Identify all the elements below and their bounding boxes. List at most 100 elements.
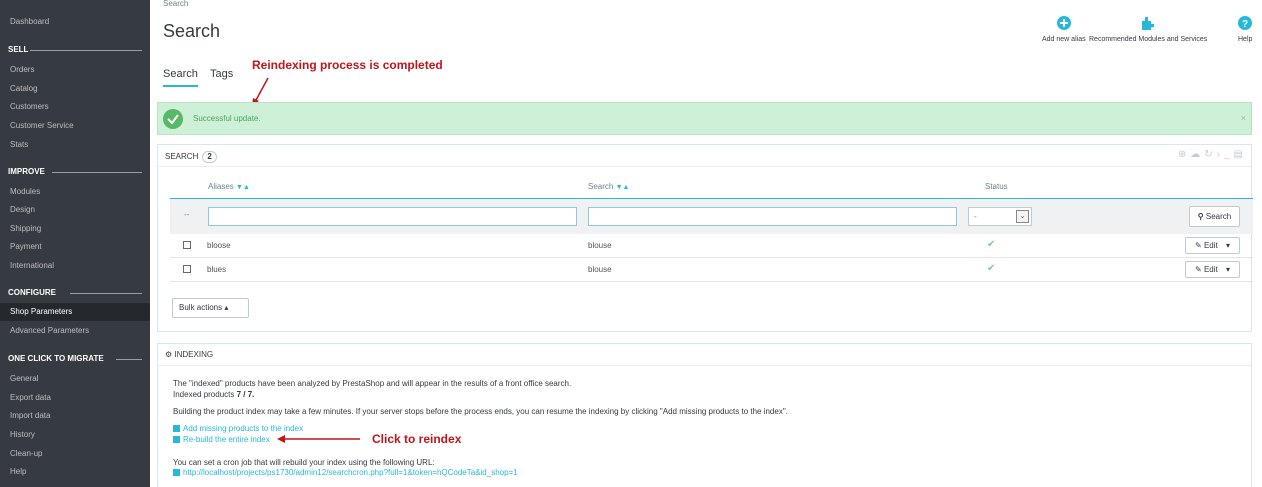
table-row: blues blouse ✔ ✎ Edit ▾: [170, 258, 1253, 282]
filter-row: -- - ⌄ ⚲ Search: [170, 198, 1253, 234]
chevron-down-icon: ⌄: [1016, 210, 1029, 223]
panel-header: SEARCH 2 ⊕☁↻›_▤: [158, 145, 1251, 167]
external-link-icon: [173, 425, 180, 432]
sidebar-item-shop-parameters[interactable]: Shop Parameters: [0, 303, 150, 321]
alias-cell: bloose: [207, 241, 231, 250]
divider: [70, 293, 142, 294]
sidebar-section-improve: IMPROVE: [8, 167, 45, 176]
indexed-products: Indexed products 7 / 7.: [173, 390, 255, 399]
cron-url-link[interactable]: http://localhost/projects/ps1730/admin12…: [173, 468, 518, 477]
external-link-icon: [173, 469, 180, 476]
tab-search[interactable]: Search: [163, 68, 198, 87]
column-header-aliases[interactable]: Aliases ▼▲: [208, 182, 250, 191]
panel-toolbar: ⊕☁↻›_▤: [1178, 149, 1247, 160]
add-new-alias-label: Add new alias: [1042, 36, 1086, 43]
indexing-note: Building the product index may take a fe…: [173, 407, 788, 416]
sidebar-item-payment[interactable]: Payment: [10, 242, 42, 252]
terminal-icon[interactable]: ›_: [1217, 149, 1234, 160]
caret-down-icon[interactable]: ▾: [1226, 241, 1230, 250]
sidebar-section-configure: CONFIGURE: [8, 288, 56, 297]
indexing-panel: ⚙ INDEXING The "indexed" products have b…: [157, 343, 1252, 487]
table-row: bloose blouse ✔ ✎ Edit ▾: [170, 234, 1253, 258]
add-missing-products-link[interactable]: Add missing products to the index: [173, 424, 303, 433]
close-icon[interactable]: ×: [1241, 113, 1246, 123]
annotation-click-to-reindex: Click to reindex: [372, 432, 462, 446]
column-header-status: Status: [985, 182, 1008, 191]
sidebar-item-export-data[interactable]: Export data: [10, 393, 51, 403]
rebuild-index-link[interactable]: Re-build the entire index: [173, 435, 270, 444]
sidebar-item-history[interactable]: History: [10, 430, 35, 440]
annotation-arrow-icon: [277, 435, 360, 443]
sidebar-item-international[interactable]: International: [10, 261, 54, 271]
bulk-actions-button[interactable]: Bulk actions ▴: [172, 298, 249, 318]
database-icon[interactable]: ▤: [1234, 149, 1247, 160]
pencil-icon: ✎: [1195, 265, 1202, 274]
indexing-description: The "indexed" products have been analyze…: [173, 379, 572, 388]
sidebar-item-general[interactable]: General: [10, 374, 38, 384]
sidebar-item-stats[interactable]: Stats: [10, 140, 28, 150]
edit-button[interactable]: ✎ Edit ▾: [1185, 237, 1240, 254]
pencil-icon: ✎: [1195, 241, 1202, 250]
page-title: Search: [163, 21, 221, 41]
search-filter-input[interactable]: [588, 207, 957, 226]
cogs-icon: ⚙: [165, 350, 173, 359]
alias-cell: blues: [207, 265, 227, 274]
upload-icon[interactable]: ☁: [1190, 149, 1204, 160]
panel-title: SEARCH 2: [165, 151, 217, 163]
sidebar-item-orders[interactable]: Orders: [10, 65, 34, 75]
plus-circle-icon: [1056, 16, 1071, 30]
search-panel: SEARCH 2 ⊕☁↻›_▤ Aliases ▼▲ Search ▼▲ Stat…: [157, 144, 1253, 332]
panel-title: ⚙ INDEXING: [165, 350, 214, 359]
search-cell: blouse: [588, 265, 612, 274]
sidebar: Dashboard SELL Orders Catalog Customers …: [0, 0, 150, 487]
sidebar-item-advanced-parameters[interactable]: Advanced Parameters: [10, 326, 89, 336]
refresh-icon[interactable]: ↻: [1204, 149, 1216, 160]
sidebar-item-clean-up[interactable]: Clean-up: [10, 449, 42, 459]
recommended-modules-button[interactable]: Recommended Modules and Services: [1089, 16, 1207, 43]
row-checkbox[interactable]: [183, 241, 191, 249]
sidebar-section-one-click-to-migrate: ONE CLICK TO MIGRATE: [8, 354, 104, 363]
sidebar-item-help[interactable]: Help: [10, 467, 26, 477]
count-badge: 2: [202, 151, 217, 163]
alert-message: Successful update.: [193, 114, 261, 123]
sidebar-item-dashboard[interactable]: Dashboard: [10, 17, 49, 27]
divider: [30, 50, 142, 51]
tab-tags[interactable]: Tags: [210, 68, 233, 80]
sidebar-section-sell: SELL: [8, 45, 29, 54]
sidebar-item-modules[interactable]: Modules: [10, 187, 40, 197]
breadcrumb[interactable]: Search: [163, 0, 188, 8]
divider: [52, 172, 142, 173]
sidebar-item-design[interactable]: Design: [10, 205, 35, 215]
help-button[interactable]: ? Help: [1238, 16, 1262, 43]
sidebar-item-customer-service[interactable]: Customer Service: [10, 121, 74, 131]
alias-filter-input[interactable]: [208, 207, 577, 226]
cron-description: You can set a cron job that will rebuild…: [173, 458, 435, 467]
sidebar-item-catalog[interactable]: Catalog: [10, 84, 38, 94]
success-alert: Successful update. ×: [157, 102, 1252, 135]
check-icon[interactable]: ✔: [987, 239, 995, 250]
sidebar-item-customers[interactable]: Customers: [10, 102, 49, 112]
divider: [116, 359, 142, 360]
annotation-reindex-completed: Reindexing process is completed: [252, 58, 443, 72]
recommended-modules-label: Recommended Modules and Services: [1089, 36, 1208, 43]
check-icon[interactable]: ✔: [987, 263, 995, 274]
question-icon: ?: [1238, 16, 1252, 30]
edit-button[interactable]: ✎ Edit ▾: [1185, 261, 1240, 278]
add-icon[interactable]: ⊕: [1178, 149, 1190, 160]
sidebar-item-shipping[interactable]: Shipping: [10, 224, 41, 234]
svg-text:?: ?: [1242, 19, 1248, 30]
caret-down-icon[interactable]: ▾: [1226, 265, 1230, 274]
row-checkbox[interactable]: [183, 265, 191, 273]
sidebar-item-import-data[interactable]: Import data: [10, 411, 50, 421]
search-icon: ⚲: [1197, 212, 1204, 221]
add-new-alias-button[interactable]: Add new alias: [1042, 16, 1086, 43]
external-link-icon: [173, 436, 180, 443]
status-filter-select[interactable]: - ⌄: [968, 207, 1032, 226]
puzzle-icon: [1142, 17, 1155, 30]
column-header-search[interactable]: Search ▼▲: [588, 182, 629, 191]
help-label: Help: [1238, 36, 1253, 43]
search-button[interactable]: ⚲ Search: [1189, 206, 1240, 227]
search-cell: blouse: [588, 241, 612, 250]
check-circle-icon: [163, 109, 183, 129]
filter-reset-label: --: [184, 210, 190, 219]
